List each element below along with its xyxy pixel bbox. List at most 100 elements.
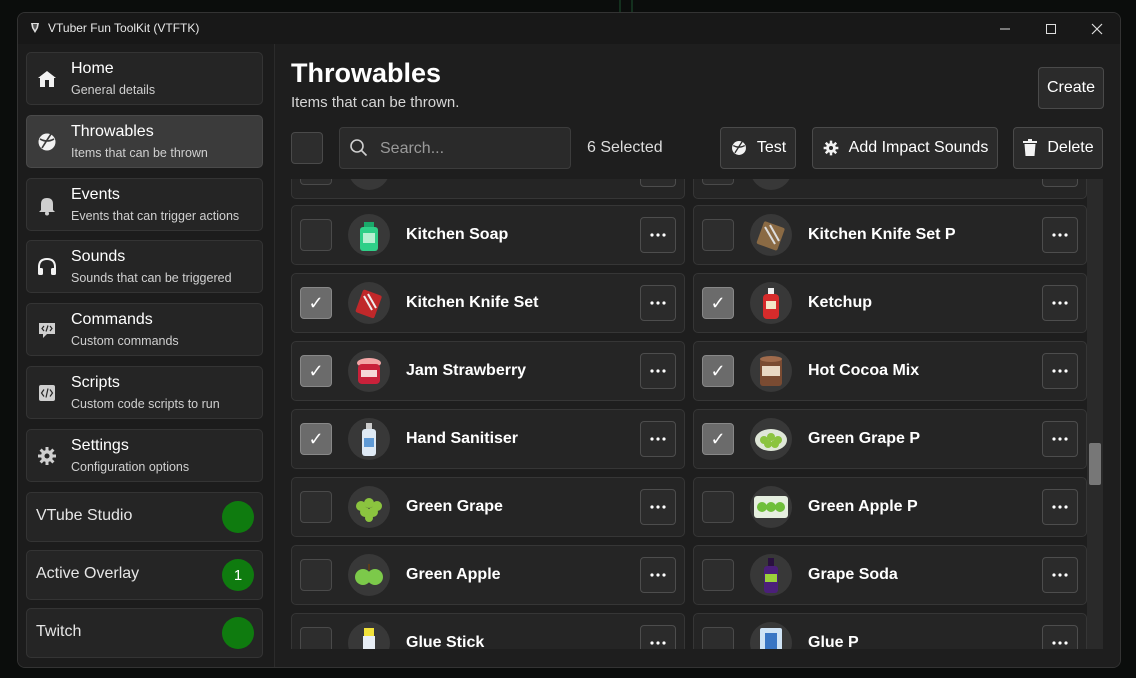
sidebar-item-sounds[interactable]: Sounds Sounds that can be triggered bbox=[26, 240, 263, 293]
cocoa-tin-icon bbox=[750, 350, 792, 392]
item-name: Grape Soda bbox=[808, 566, 898, 583]
nav-subtitle: Items that can be thrown bbox=[71, 146, 208, 160]
test-button[interactable]: Test bbox=[720, 127, 796, 169]
more-options-button[interactable] bbox=[1042, 353, 1078, 389]
more-options-button[interactable] bbox=[1042, 285, 1078, 321]
create-label: Create bbox=[1046, 79, 1096, 96]
item-checkbox[interactable] bbox=[300, 219, 332, 251]
throwable-card[interactable]: Glue P bbox=[693, 613, 1087, 649]
knife-set-icon bbox=[750, 214, 792, 256]
more-options-button[interactable] bbox=[1042, 489, 1078, 525]
more-options-button[interactable] bbox=[1042, 421, 1078, 457]
item-name: Green Apple bbox=[406, 566, 501, 583]
close-button[interactable] bbox=[1074, 13, 1120, 44]
status-active-overlay[interactable]: Active Overlay 1 bbox=[26, 550, 263, 600]
throwable-card[interactable]: ✓ Hand Sanitiser bbox=[291, 409, 685, 469]
throwable-card[interactable]: Green Apple bbox=[291, 545, 685, 605]
item-checkbox[interactable] bbox=[702, 559, 734, 591]
item-checkbox[interactable] bbox=[702, 179, 734, 185]
item-checkbox[interactable] bbox=[300, 559, 332, 591]
minimize-button[interactable] bbox=[982, 13, 1028, 44]
item-checkbox[interactable]: ✓ bbox=[300, 287, 332, 319]
item-checkbox[interactable]: ✓ bbox=[702, 287, 734, 319]
sidebar-item-settings[interactable]: Settings Configuration options bbox=[26, 429, 263, 482]
item-name: Kitchen Soap bbox=[406, 226, 509, 243]
select-all-checkbox[interactable] bbox=[291, 132, 323, 164]
throwable-card[interactable] bbox=[291, 179, 685, 199]
throwable-card[interactable]: Green Grape bbox=[291, 477, 685, 537]
create-button[interactable]: Create bbox=[1038, 67, 1104, 109]
item-checkbox[interactable] bbox=[702, 627, 734, 649]
item-checkbox[interactable] bbox=[702, 491, 734, 523]
item-name: Glue P bbox=[808, 634, 859, 649]
sidebar-item-throwables[interactable]: Throwables Items that can be thrown bbox=[26, 115, 263, 168]
throwable-card[interactable]: Kitchen Soap bbox=[291, 205, 685, 265]
code-file-icon bbox=[39, 385, 55, 401]
desktop-line-left bbox=[619, 0, 621, 12]
item-checkbox[interactable] bbox=[300, 627, 332, 649]
more-options-button[interactable] bbox=[640, 285, 676, 321]
status-twitch[interactable]: Twitch bbox=[26, 608, 263, 658]
more-options-button[interactable] bbox=[640, 353, 676, 389]
minimize-icon bbox=[1000, 28, 1010, 29]
throwable-card[interactable]: ✓ Kitchen Knife Set bbox=[291, 273, 685, 333]
scrollbar[interactable] bbox=[1087, 179, 1103, 649]
item-checkbox[interactable]: ✓ bbox=[702, 355, 734, 387]
item-checkbox[interactable]: ✓ bbox=[300, 355, 332, 387]
page-subtitle: Items that can be thrown. bbox=[291, 94, 460, 111]
more-options-button[interactable] bbox=[1042, 557, 1078, 593]
glue-stick-icon bbox=[348, 622, 390, 649]
nav-subtitle: Sounds that can be triggered bbox=[71, 271, 232, 285]
nav-title: Settings bbox=[71, 437, 129, 454]
green-grape-icon bbox=[348, 486, 390, 528]
apple-pack-icon bbox=[750, 486, 792, 528]
status-label: VTube Studio bbox=[36, 507, 133, 524]
delete-button[interactable]: Delete bbox=[1013, 127, 1103, 169]
item-checkbox[interactable] bbox=[702, 219, 734, 251]
throwable-card[interactable]: ✓ Ketchup bbox=[693, 273, 1087, 333]
more-options-button[interactable] bbox=[640, 421, 676, 457]
more-options-button[interactable] bbox=[1042, 625, 1078, 649]
sidebar-item-commands[interactable]: Commands Custom commands bbox=[26, 303, 263, 356]
more-options-button[interactable] bbox=[640, 179, 676, 187]
scroll-thumb[interactable] bbox=[1089, 443, 1101, 485]
search-input[interactable] bbox=[378, 128, 562, 170]
item-checkbox[interactable]: ✓ bbox=[300, 423, 332, 455]
throwable-card[interactable]: ✓ Hot Cocoa Mix bbox=[693, 341, 1087, 401]
more-options-button[interactable] bbox=[1042, 179, 1078, 187]
item-checkbox[interactable] bbox=[300, 179, 332, 185]
add-impact-sounds-button[interactable]: Add Impact Sounds bbox=[812, 127, 998, 169]
more-icon bbox=[1052, 573, 1068, 577]
status-indicator bbox=[222, 617, 254, 649]
throwable-card[interactable]: Green Apple P bbox=[693, 477, 1087, 537]
code-chat-icon bbox=[39, 323, 55, 338]
more-options-button[interactable] bbox=[640, 489, 676, 525]
more-options-button[interactable] bbox=[640, 625, 676, 649]
throwable-card[interactable]: ✓ Jam Strawberry bbox=[291, 341, 685, 401]
status-indicator: 1 bbox=[222, 559, 254, 591]
sidebar-item-scripts[interactable]: Scripts Custom code scripts to run bbox=[26, 366, 263, 419]
throwable-card[interactable]: Glue Stick bbox=[291, 613, 685, 649]
throwable-card[interactable]: Kitchen Knife Set P bbox=[693, 205, 1087, 265]
sidebar-item-events[interactable]: Events Events that can trigger actions bbox=[26, 178, 263, 231]
nav-title: Scripts bbox=[71, 374, 120, 391]
more-icon bbox=[1052, 301, 1068, 305]
sidebar-item-home[interactable]: Home General details bbox=[26, 52, 263, 105]
more-icon bbox=[1052, 369, 1068, 373]
throwable-card[interactable]: Grape Soda bbox=[693, 545, 1087, 605]
throwable-card[interactable] bbox=[693, 179, 1087, 199]
item-checkbox[interactable]: ✓ bbox=[702, 423, 734, 455]
more-options-button[interactable] bbox=[640, 217, 676, 253]
status-vtube-studio[interactable]: VTube Studio bbox=[26, 492, 263, 542]
more-options-button[interactable] bbox=[640, 557, 676, 593]
more-icon bbox=[650, 573, 666, 577]
item-name: Jam Strawberry bbox=[406, 362, 527, 379]
throwable-card[interactable]: ✓ Green Grape P bbox=[693, 409, 1087, 469]
more-icon bbox=[650, 437, 666, 441]
test-label: Test bbox=[756, 139, 787, 156]
maximize-button[interactable] bbox=[1028, 13, 1074, 44]
more-options-button[interactable] bbox=[1042, 217, 1078, 253]
more-icon bbox=[650, 233, 666, 237]
close-icon bbox=[1091, 23, 1103, 34]
item-checkbox[interactable] bbox=[300, 491, 332, 523]
